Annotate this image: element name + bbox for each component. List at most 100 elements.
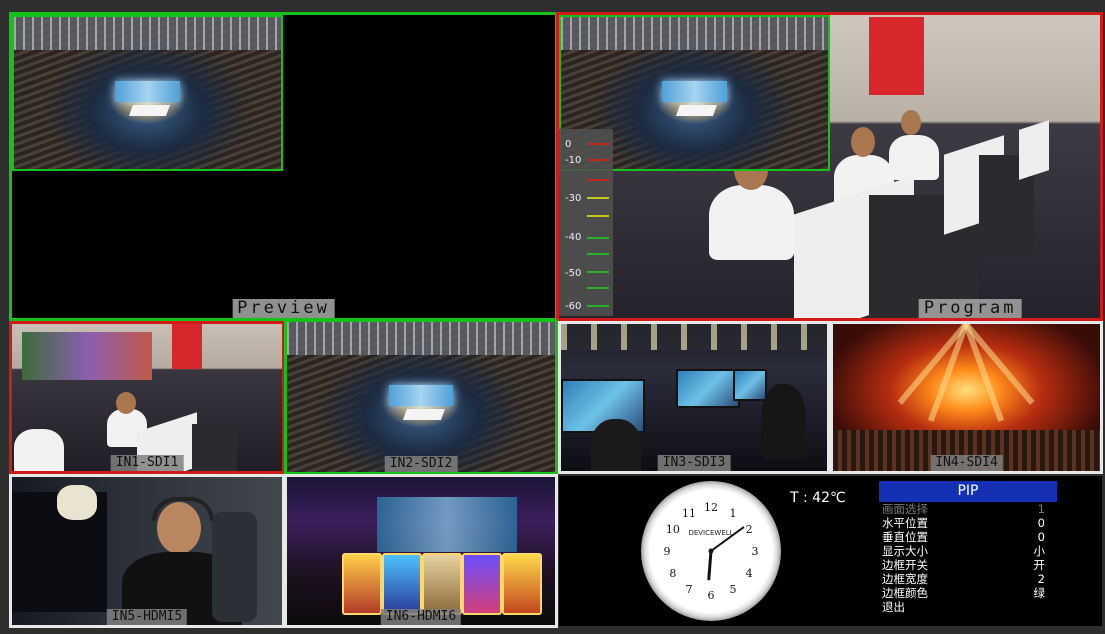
stage-structure [377,497,517,552]
pip-menu-item-label: 边框开关 [882,558,928,572]
meter-tick: -10 [565,155,582,166]
pip-menu-item-value: 开 [1033,558,1046,572]
in6-label: IN6-HDMI6 [380,609,462,625]
in2-label: IN2-SDI2 [384,456,458,472]
game-screen [733,369,767,401]
light-beam [963,324,1005,422]
meter-segment [587,271,609,273]
clock-face: 12 12 3 45 6 78 9 1011 DEVICEWELL [664,501,759,602]
arena-roof [14,17,281,51]
player-shirt [14,429,64,471]
clock-numeral: 11 [682,507,696,520]
in3-label: IN3-SDI3 [657,455,731,471]
pip-menu[interactable]: PIP 画面选择 1 水平位置 0 垂直位置 0 显示大小小 边框开关开 边框宽度 2 … [879,481,1057,621]
meter-segment [587,143,609,145]
arena-screen [388,385,454,406]
clock-numeral: 1 [730,507,737,520]
pip-menu-item[interactable]: 水平位置 0 [879,516,1057,530]
meter-tick: -60 [565,301,582,312]
clock-brand: DEVICEWELL [688,529,733,537]
clock-center [708,548,714,554]
in2-scene [287,322,555,472]
player-silhouette [761,384,806,459]
pip-menu-item[interactable]: 边框颜色 绿 [879,586,1057,600]
arena-stage [129,105,171,116]
meter-tick: -30 [565,193,582,204]
hero-card [502,553,542,615]
in4-label: IN4-SDI4 [930,455,1003,471]
meter-segment [587,215,609,217]
pip-menu-item-label: 显示大小 [882,544,928,558]
player-shirt [709,185,794,260]
meter-segment [587,287,609,289]
player-silhouette [591,419,641,471]
pip-menu-item-label: 画面选择 [882,502,928,516]
preview-label: Preview [232,299,335,318]
pip-menu-exit[interactable]: 退出 [879,600,1057,614]
wall-screen [22,332,152,380]
clock-numeral: 8 [669,567,676,580]
pip-menu-item-value: 1 [1037,502,1045,516]
meter-segment [587,159,609,161]
pip-menu-item[interactable]: 边框开关 开 [879,558,1057,572]
arena-roof [287,322,555,355]
hero-card [382,553,422,615]
in1-label: IN1-SDI1 [110,455,184,471]
clock-numeral: 6 [708,589,715,602]
pip-menu-item[interactable]: 垂直位置 0 [879,530,1057,544]
in4-scene [833,324,1100,471]
pip-menu-item[interactable]: 显示大小 小 [879,544,1057,558]
meter-segment [587,237,609,239]
pip-menu-item-label: 水平位置 [882,516,928,530]
clock-numeral: 5 [730,583,737,596]
clock-hour-hand [707,549,713,581]
audio-level-meter: 0 -10 -30 -40 -50 -60 [559,129,613,316]
clock-numeral: 4 [746,567,753,580]
meter-segment [587,253,609,255]
input-tile-in2[interactable]: IN2-SDI2 [284,319,558,475]
pip-menu-item-value: 小 [1033,544,1046,558]
pip-menu-item-value: 0 [1037,516,1045,530]
pip-menu-item-value: 绿 [1033,586,1046,600]
input-tile-in4[interactable]: IN4-SDI4 [830,321,1103,474]
hero-card [422,553,462,615]
clock-numeral: 3 [752,545,759,558]
arena-roof [561,17,828,51]
player-head [116,392,136,414]
pip-menu-item[interactable]: 边框宽度 2 [879,572,1057,586]
meter-segment [587,197,609,199]
input-tile-in1[interactable]: IN1-SDI1 [9,321,285,474]
program-window[interactable]: Program [556,12,1103,321]
meter-tick: -40 [565,232,582,243]
clock-numeral: 12 [704,501,718,514]
pip-menu-item-label: 垂直位置 [882,530,928,544]
meter-segment [587,179,609,181]
hero-card [462,553,502,615]
hero-card [342,553,382,615]
clock-numeral: 10 [666,523,680,536]
input-tile-in5[interactable]: IN5-HDMI5 [9,474,285,628]
input-tile-in6[interactable]: IN6-HDMI6 [284,474,558,628]
pip-menu-item-value: 2 [1037,572,1045,586]
clock-numeral: 7 [686,583,693,596]
meter-tick: -50 [565,268,582,279]
arena-stage [676,105,718,116]
meter-segment [587,305,609,307]
input-tile-in3[interactable]: IN3-SDI3 [558,321,830,474]
temperature-readout: T : 42℃ [790,490,846,506]
program-label: Program [918,299,1022,318]
monitor [1019,120,1049,180]
tga-banner [869,17,924,95]
preview-window[interactable]: Preview [9,12,558,321]
pip-menu-title: PIP [879,481,1057,502]
clock-numeral: 9 [664,545,671,558]
in5-label: IN5-HDMI5 [106,609,188,625]
player-head [901,110,921,135]
player-shirt [889,135,939,180]
gaming-chair [212,512,257,622]
light-beam [927,324,969,422]
pip-menu-item-label: 边框颜色 [882,586,928,600]
in5-scene [12,477,282,625]
pip-menu-item[interactable]: 画面选择 1 [879,502,1057,516]
headset [152,497,214,521]
